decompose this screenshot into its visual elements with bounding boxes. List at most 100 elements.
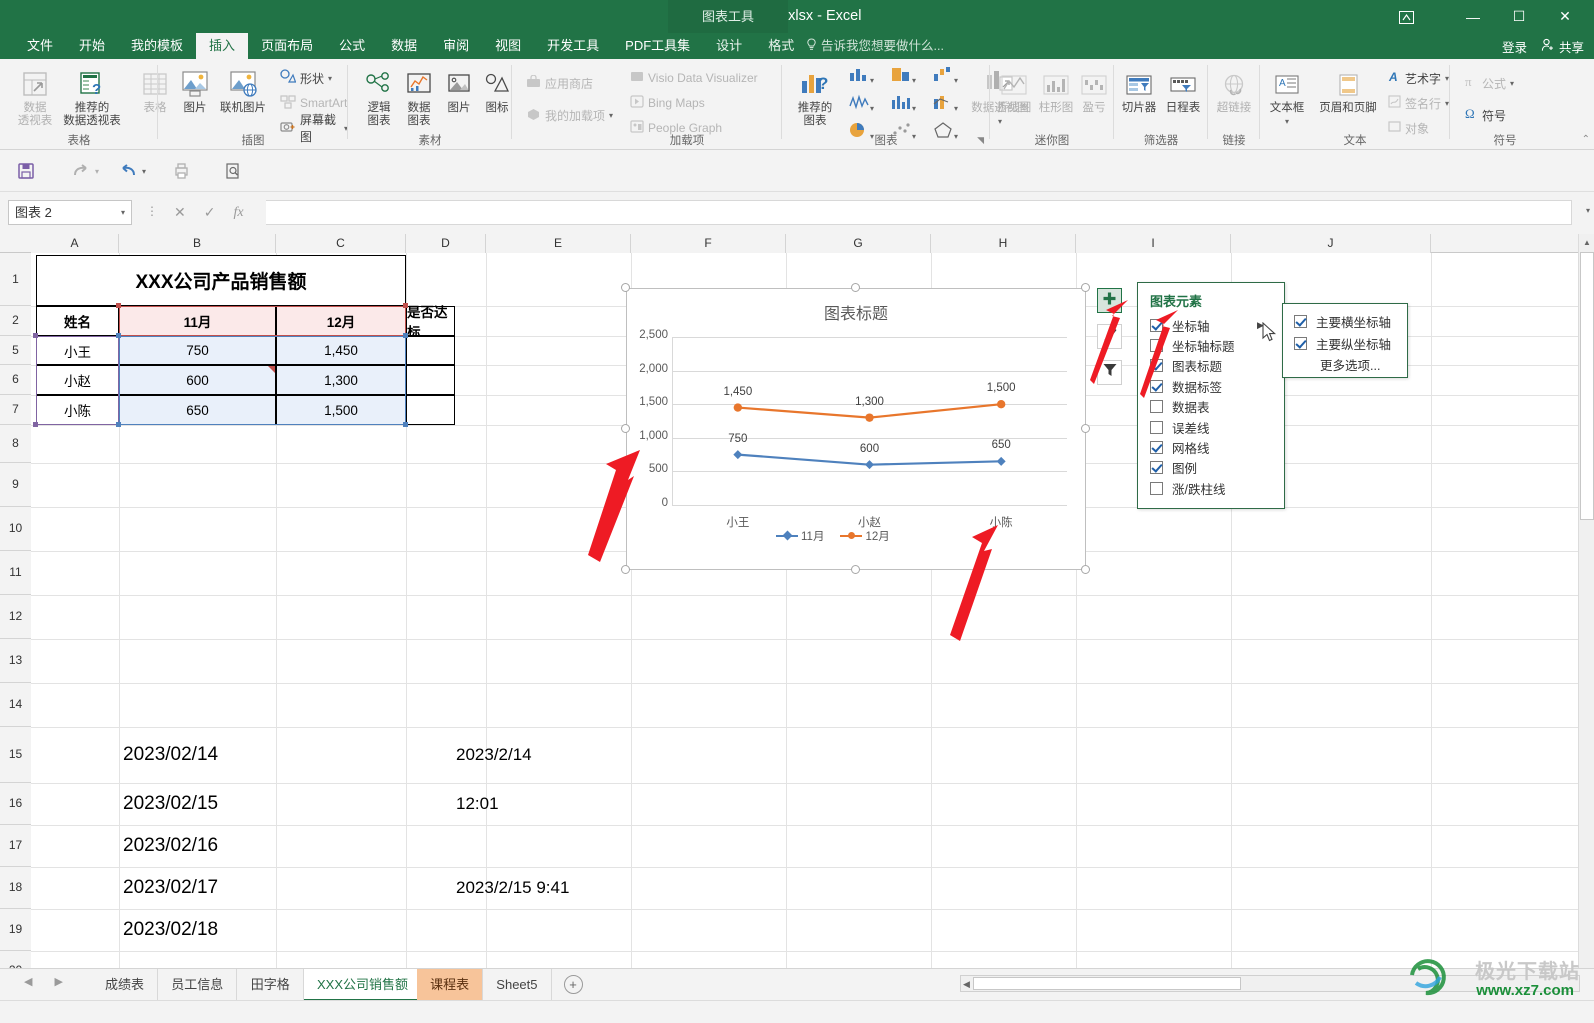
sheet-tab-5[interactable]: Sheet5 [483,969,552,1001]
chevron-down-icon[interactable]: ▾ [609,111,613,120]
close-button[interactable]: ✕ [1542,1,1588,33]
ribbon-tab-7[interactable]: 审阅 [430,33,482,59]
cell-date-b[interactable]: 2023/02/17 [123,867,273,909]
ribbon-button-hierarchy-chart[interactable]: ▾ [890,65,916,88]
cell-data-r2-c0[interactable]: 小陈 [36,395,119,425]
row-header-15[interactable]: 15 [0,727,31,783]
cell-data-r1-c3[interactable] [406,365,455,395]
ribbon-button-header-footer[interactable]: 页眉和页脚 [1312,63,1384,115]
range-handle[interactable] [33,333,38,338]
checkbox-icon[interactable] [1150,440,1163,454]
chevron-down-icon[interactable]: ▾ [1510,79,1514,88]
ribbon-button-waterfall-chart[interactable]: ▾ [932,65,958,88]
column-header-F[interactable]: F [631,234,786,253]
print-icon[interactable] [170,159,194,183]
cell-data-r0-c2[interactable]: 1,450 [276,336,406,365]
ribbon-collapse-icon[interactable]: ⌃ [1582,134,1590,145]
checkbox-icon[interactable] [1150,420,1163,434]
scroll-left-icon[interactable]: ◀ [963,979,970,990]
ribbon-tab-10[interactable]: PDF工具集 [612,33,703,59]
axes-submenu-item-1[interactable]: 主要纵坐标轴 [1294,333,1391,353]
ribbon-button-wordart[interactable]: A 艺术字 ▾ [1388,67,1449,89]
checkbox-icon[interactable] [1150,400,1163,414]
ribbon-button-online-picture[interactable]: 联机图片 [212,63,274,115]
prev-sheet-icon[interactable]: ◀ [24,975,32,988]
ribbon-button-slicer[interactable]: 切片器 [1116,63,1162,115]
axes-submenu-item-0[interactable]: 主要横坐标轴 [1294,311,1391,331]
cell-date-b[interactable]: 2023/02/16 [123,825,273,867]
cell-date-e[interactable]: 12:01 [456,783,636,825]
cell-data-r0-c3[interactable] [406,336,455,365]
range-handle[interactable] [403,422,408,427]
ribbon-button-shapes[interactable]: 形状 ▾ [280,67,332,89]
range-handle[interactable] [403,333,408,338]
chart-data-label[interactable]: 1,450 [708,386,768,398]
row-header-18[interactable]: 18 [0,867,31,909]
chevron-down-icon[interactable]: ▾ [870,76,874,85]
chevron-down-icon[interactable]: ▾ [912,104,916,113]
chart-resize-handle[interactable] [851,283,860,292]
row-header-11[interactable]: 11 [0,551,31,595]
chart-dialog-launcher[interactable]: ◥ [977,135,984,146]
ribbon-button-visio-data-visualizer[interactable]: Visio Data Visualizer [630,67,758,89]
scroll-up-icon[interactable]: ▲ [1579,234,1594,251]
ribbon-tab-0[interactable]: 文件 [14,33,66,59]
row-header-13[interactable]: 13 [0,639,31,683]
share-button[interactable]: 共享 [1541,37,1584,56]
sheet-tab-4[interactable]: 课程表 [417,969,484,1001]
print-preview-icon[interactable] [221,159,245,183]
chart-element-item-5[interactable]: 误差线 [1150,417,1210,437]
chart-element-item-8[interactable]: 涨/跌柱线 [1150,478,1225,498]
column-header-H[interactable]: H [931,234,1076,253]
ribbon-display-options-icon[interactable] [1392,6,1420,28]
cell-title-merged[interactable]: XXX公司产品销售额 [36,255,406,306]
chevron-down-icon[interactable]: ▾ [954,76,958,85]
row-header-16[interactable]: 16 [0,783,31,825]
chevron-down-icon[interactable]: ▾ [954,104,958,113]
row-header-9[interactable]: 9 [0,463,31,507]
row-header-1[interactable]: 1 [0,253,31,306]
ribbon-button-hyperlink[interactable]: 超链接 [1208,63,1260,115]
cell-data-r2-c2[interactable]: 1,500 [276,395,406,425]
ribbon-tab-8[interactable]: 视图 [482,33,534,59]
chart-legend-item[interactable]: 12月 [840,528,890,544]
ribbon-button-sparkline-winloss[interactable]: 盈亏 [1074,63,1114,115]
cell-data-r2-c3[interactable] [406,395,455,425]
sheet-tab-2[interactable]: 田字格 [238,969,304,1001]
ribbon-button-sparkline-line[interactable]: 折线图 [992,63,1036,115]
column-header-G[interactable]: G [786,234,931,253]
chart-data-label[interactable]: 600 [840,443,900,455]
cell-date-e[interactable]: 2023/2/14 [456,727,636,783]
row-header-7[interactable]: 7 [0,395,31,425]
row-header-8[interactable]: 8 [0,425,31,463]
row-header-20[interactable]: 20 [0,951,31,968]
row-header-19[interactable]: 19 [0,909,31,951]
redo-icon[interactable] [70,159,94,183]
next-sheet-icon[interactable]: ▶ [54,975,62,988]
range-handle[interactable] [116,422,121,427]
ribbon-button-store[interactable]: 应用商店 [526,72,593,94]
chart-resize-handle[interactable] [621,424,630,433]
range-handle[interactable] [116,333,121,338]
ribbon-button-equation[interactable]: π 公式 ▾ [1464,72,1514,94]
cell-header-1[interactable]: 11月 [119,306,276,336]
chart-element-item-6[interactable]: 网格线 [1150,437,1210,457]
ribbon-button-combo-chart[interactable]: ▾ [932,93,958,116]
chart-data-label[interactable]: 650 [971,439,1031,451]
sheet-tab-1[interactable]: 员工信息 [158,969,238,1001]
cell-date-b[interactable]: 2023/02/15 [123,783,273,825]
vertical-scroll-thumb[interactable] [1580,252,1594,520]
cell-date-b[interactable]: 2023/02/14 [123,727,273,783]
ribbon-tab-1[interactable]: 开始 [66,33,118,59]
checkbox-icon[interactable] [1150,461,1163,475]
range-handle[interactable] [116,303,121,308]
ribbon-tab-4[interactable]: 页面布局 [248,33,326,59]
column-header-J[interactable]: J [1231,234,1431,253]
chevron-down-icon[interactable]: ▾ [121,201,125,224]
ribbon-tab-2[interactable]: 我的模板 [118,33,196,59]
ribbon-button-timeline[interactable]: 日程表 [1160,63,1206,115]
minimize-button[interactable]: — [1450,1,1496,33]
maximize-button[interactable]: ☐ [1496,1,1542,33]
confirm-formula-icon[interactable]: ✓ [204,204,216,221]
chart-data-label[interactable]: 1,500 [971,382,1031,394]
